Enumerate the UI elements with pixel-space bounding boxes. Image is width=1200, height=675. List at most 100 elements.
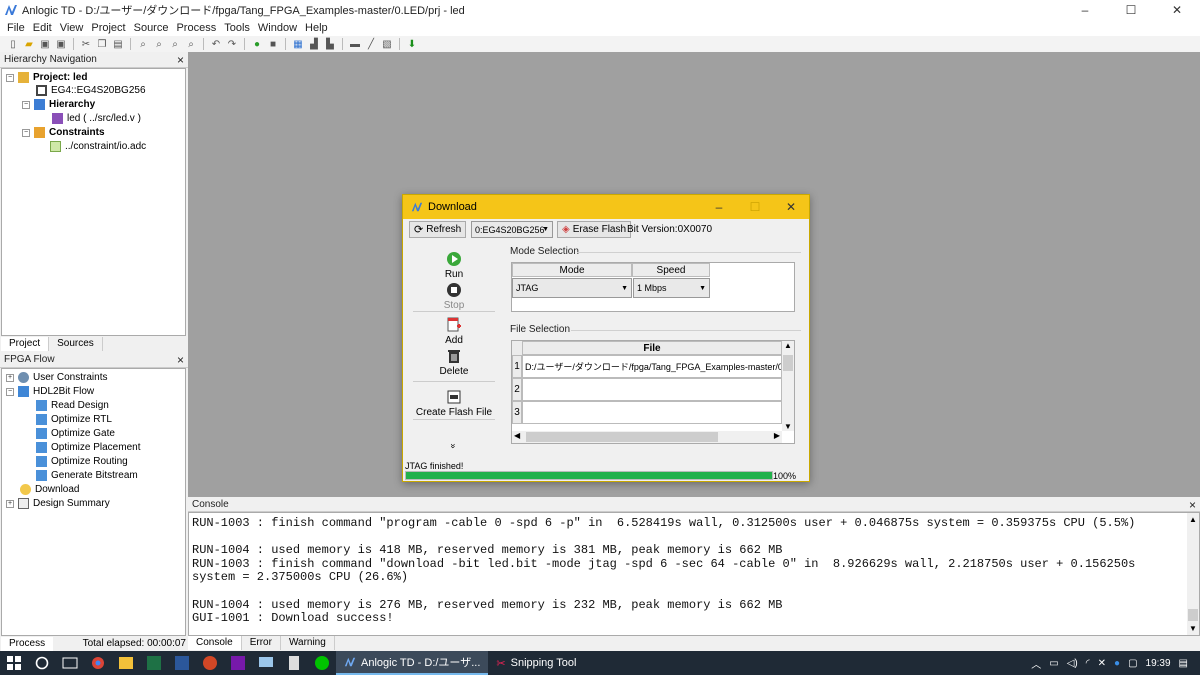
volume-icon[interactable]: ◁)	[1067, 658, 1078, 669]
delete-button[interactable]: Delete	[412, 348, 496, 377]
calculator-icon[interactable]	[280, 651, 308, 675]
tab-process[interactable]: Process	[1, 637, 54, 651]
scrollbar-thumb[interactable]	[783, 355, 793, 371]
copy-icon[interactable]: ❐	[95, 38, 109, 50]
scroll-right-icon[interactable]: ▶	[774, 431, 780, 440]
tools-icon[interactable]: ✕	[1098, 658, 1106, 669]
console-scrollbar[interactable]: ▲ ▼	[1187, 513, 1199, 635]
menu-help[interactable]: Help	[301, 22, 332, 34]
scrollbar-thumb[interactable]	[526, 432, 718, 442]
maximize-button[interactable]: ☐	[1108, 0, 1154, 20]
dialog-minimize-button[interactable]: –	[701, 195, 737, 219]
scroll-down-icon[interactable]: ▼	[1189, 624, 1197, 633]
flow-optimize-rtl[interactable]: Optimize RTL	[36, 414, 112, 425]
tree-top-module[interactable]: led ( ../src/led.v )	[52, 113, 141, 124]
pen-icon[interactable]: ╱	[364, 38, 378, 50]
powerpoint-icon[interactable]	[196, 651, 224, 675]
device-select[interactable]: 0:EG4S20BG256 ▼	[471, 221, 553, 238]
windows-start-icon[interactable]	[0, 651, 28, 675]
save-all-icon[interactable]: ▣	[54, 38, 68, 50]
menu-view[interactable]: View	[56, 22, 88, 34]
flow-optimize-gate[interactable]: Optimize Gate	[36, 428, 115, 439]
chrome-icon[interactable]	[84, 651, 112, 675]
dialog-close-button[interactable]: ✕	[773, 195, 809, 219]
download-icon[interactable]: ⬇	[405, 38, 419, 50]
clock[interactable]: 19:39	[1146, 658, 1171, 669]
onenote-icon[interactable]	[224, 651, 252, 675]
run-button[interactable]: Run	[412, 251, 496, 280]
tree-constraint-file[interactable]: ../constraint/io.adc	[50, 141, 146, 152]
scroll-down-icon[interactable]: ▼	[784, 422, 792, 431]
save-icon[interactable]: ▣	[38, 38, 52, 50]
menu-source[interactable]: Source	[130, 22, 173, 34]
flow-hdl2bit[interactable]: − HDL2Bit Flow	[6, 386, 94, 397]
stop-icon[interactable]: ■	[266, 38, 280, 50]
flow-panel-close[interactable]: ×	[177, 353, 184, 367]
flow-generate-bitstream[interactable]: Generate Bitstream	[36, 470, 138, 481]
excel-icon[interactable]	[140, 651, 168, 675]
speed-select[interactable]: 1 Mbps ▼	[633, 278, 710, 298]
stop-button[interactable]: Stop	[412, 282, 496, 311]
menu-edit[interactable]: Edit	[29, 22, 56, 34]
new-file-icon[interactable]: ▯	[6, 38, 20, 50]
flow-design-summary[interactable]: + Design Summary	[6, 498, 110, 509]
collapse-icon[interactable]: −	[6, 73, 14, 82]
menu-file[interactable]: File	[3, 22, 29, 34]
tree-constraints[interactable]: − Constraints	[22, 127, 105, 138]
tab-console[interactable]: Console	[188, 636, 242, 650]
file-path-cell[interactable]	[522, 378, 782, 401]
replace-icon[interactable]: ⌕	[184, 38, 198, 50]
tab-error[interactable]: Error	[242, 636, 281, 650]
tree-project[interactable]: − Project: led	[6, 72, 87, 83]
flow-user-constraints[interactable]: + User Constraints	[6, 372, 107, 383]
task-view-icon[interactable]	[56, 651, 84, 675]
tray-chevron-up-icon[interactable]: ︿	[1031, 656, 1041, 671]
wifi-icon[interactable]: ◜	[1086, 658, 1090, 669]
search-icon[interactable]	[28, 651, 56, 675]
taskbar-app-snipping[interactable]: ✂ Snipping Tool	[488, 651, 584, 675]
cut-icon[interactable]: ✂	[79, 38, 93, 50]
calculator-icon[interactable]: ▧	[380, 38, 394, 50]
mode-select[interactable]: JTAG ▼	[512, 278, 632, 298]
ime-icon[interactable]: ▢	[1128, 658, 1137, 669]
tab-sources[interactable]: Sources	[49, 337, 103, 351]
menu-window[interactable]: Window	[254, 22, 301, 34]
close-button[interactable]: ✕	[1154, 0, 1200, 20]
open-folder-icon[interactable]: ▰	[22, 38, 36, 50]
find-prev-icon[interactable]: ⌕	[168, 38, 182, 50]
line-icon[interactable]	[308, 651, 336, 675]
run-icon[interactable]: ●	[250, 38, 264, 50]
minimize-button[interactable]: –	[1062, 0, 1108, 20]
scroll-up-icon[interactable]: ▲	[784, 341, 792, 350]
tab-project[interactable]: Project	[1, 337, 50, 351]
flow-download[interactable]: Download	[20, 484, 79, 495]
dialog-maximize-button[interactable]: ☐	[737, 195, 773, 219]
search-icon[interactable]: ⌕	[136, 38, 150, 50]
find-next-icon[interactable]: ⌕	[152, 38, 166, 50]
remote-desktop-icon[interactable]	[252, 651, 280, 675]
console-output[interactable]: RUN-1003 : finish command "program -cabl…	[188, 512, 1200, 636]
flow-read-design[interactable]: Read Design	[36, 400, 109, 411]
vertical-scrollbar[interactable]: ▲ ▼	[782, 341, 794, 431]
file-path-cell[interactable]: D:/ユーザー/ダウンロード/fpga/Tang_FPGA_Examples-m…	[522, 355, 782, 378]
collapse-icon[interactable]: −	[22, 100, 30, 109]
tab-warning[interactable]: Warning	[281, 636, 335, 650]
add-button[interactable]: Add	[412, 317, 496, 346]
refresh-button[interactable]: ⟳ Refresh	[409, 221, 467, 238]
console-close[interactable]: ×	[1189, 498, 1196, 512]
collapse-icon[interactable]: −	[6, 387, 14, 396]
word-icon[interactable]	[168, 651, 196, 675]
taskbar-app-anlogic[interactable]: Anlogic TD - D:/ユーザ...	[336, 651, 489, 675]
hierarchy-panel-close[interactable]: ×	[177, 53, 184, 67]
menu-tools[interactable]: Tools	[220, 22, 254, 34]
tree-hierarchy[interactable]: − Hierarchy	[22, 99, 95, 110]
board-icon[interactable]: ▬	[348, 38, 362, 50]
file-explorer-icon[interactable]	[112, 651, 140, 675]
menu-process[interactable]: Process	[172, 22, 220, 34]
horizontal-scrollbar[interactable]: ◀ ▶	[512, 431, 782, 443]
erase-flash-button[interactable]: ◈ Erase Flash	[557, 221, 632, 238]
paste-icon[interactable]: ▤	[111, 38, 125, 50]
collapse-icon[interactable]: −	[22, 128, 30, 137]
hierarchy-view-icon[interactable]: ▦	[291, 38, 305, 50]
notifications-icon[interactable]: ▤	[1179, 658, 1188, 669]
